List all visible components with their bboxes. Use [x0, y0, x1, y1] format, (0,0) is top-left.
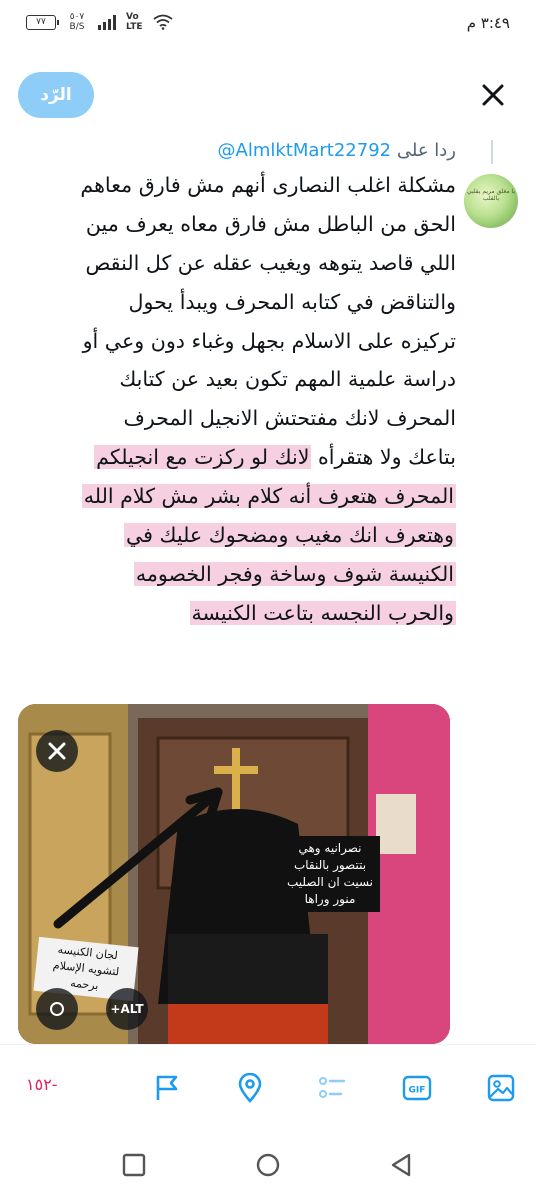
reply-button[interactable]: الرّد [18, 72, 94, 118]
tweet-text[interactable]: مشكلة اغلب النصارى أنهم مش فارق معاهم ال… [12, 166, 456, 633]
battery-icon: ٧٧ [26, 14, 59, 30]
flag-icon[interactable] [152, 1073, 182, 1103]
recents-icon[interactable] [121, 1152, 147, 1178]
network-speed: ٥٠٧ B/S [66, 12, 88, 32]
back-icon[interactable] [388, 1152, 414, 1178]
tweet-line: اللي قاصد يتوهه ويغيب عقله عن كل النقص [85, 250, 456, 275]
character-counter: ١٥٢- [26, 1075, 58, 1094]
status-bar: ٧٧ ٥٠٧ B/S Vo LTE ٣:٤٩ م [0, 0, 536, 52]
edit-image-button[interactable] [36, 988, 78, 1030]
close-icon [48, 742, 66, 760]
tweet-line: المحرف لانك مفتحتش الانجيل المحرف [123, 406, 456, 431]
tweet-line: الحق من الباطل مش فارق معاه يعرف مين [85, 211, 456, 236]
replying-to-handle[interactable]: @AlmlktMart22792 [218, 140, 392, 161]
tweet-line-plain: بتاعك ولا هتقرأه [317, 445, 456, 470]
tweet-line: والتناقض في كتابه المحرف ويبدأ يحول [128, 289, 456, 314]
highlighted-text: لانك لو ركزت مع انجيلكم [94, 445, 312, 470]
close-icon[interactable] [478, 80, 508, 110]
avatar-text: يا مغلق مريم بقلبي بالقلب [466, 188, 515, 202]
location-icon[interactable] [235, 1073, 265, 1103]
tweet-line: دراسة علمية المهم تكون بعيد عن كتابك [119, 367, 456, 392]
volte-icon: Vo LTE [126, 12, 143, 32]
tweet-line-mixed: بتاعك ولا هتقرأه لانك لو ركزت مع انجيلكم [12, 438, 456, 477]
remove-image-button[interactable] [36, 730, 78, 772]
alt-text-button[interactable]: +ALT [106, 988, 148, 1030]
compose-header: الرّد [0, 60, 536, 132]
poll-icon[interactable] [317, 1073, 347, 1103]
thread-line [491, 140, 493, 164]
battery-level: ٧٧ [36, 16, 46, 27]
compose-toolbar: ١٥٢- GIF [0, 1044, 536, 1132]
clock: ٣:٤٩ م [466, 14, 510, 32]
edit-icon [50, 1002, 64, 1016]
home-icon[interactable] [255, 1152, 281, 1178]
attached-image[interactable]: نصرانيه وهي بتتصور بالنقاب نسيت ان الصلي… [18, 704, 450, 1044]
tweet-line-highlighted: المحرف هتعرف أنه كلام بشر مش كلام الله [81, 484, 456, 509]
status-icons: ٧٧ ٥٠٧ B/S Vo LTE [26, 12, 173, 32]
tweet-line: مشكلة اغلب النصارى أنهم مش فارق معاهم [80, 173, 456, 197]
signal-icon [98, 14, 116, 30]
wifi-icon [152, 14, 173, 30]
system-navigation-bar [0, 1132, 536, 1200]
network-speed-unit: B/S [69, 22, 85, 32]
image-icon[interactable] [486, 1073, 516, 1103]
replying-to: ردا على @AlmlktMart22792 [218, 140, 457, 161]
replying-to-prefix: ردا على [396, 140, 456, 161]
tweet-line-highlighted: والحرب النجسه بتاعت الكنيسة [189, 600, 456, 625]
tweet-line-highlighted: وهتعرف انك مغيب ومضحوك عليك في [123, 523, 456, 548]
tweet-line-highlighted: الكنيسة شوف وساخة وفجر الخصومه [133, 561, 456, 586]
network-speed-value: ٥٠٧ [69, 12, 85, 22]
tweet-line: تركيزه على الاسلام بجهل وغباء دون وعي أو [82, 328, 456, 353]
gif-icon[interactable]: GIF [402, 1073, 432, 1103]
avatar[interactable]: يا مغلق مريم بقلبي بالقلب [464, 174, 518, 228]
svg-text:GIF: GIF [409, 1086, 426, 1096]
image-caption-black: نصرانيه وهي بتتصور بالنقاب نسيت ان الصلي… [280, 836, 380, 912]
